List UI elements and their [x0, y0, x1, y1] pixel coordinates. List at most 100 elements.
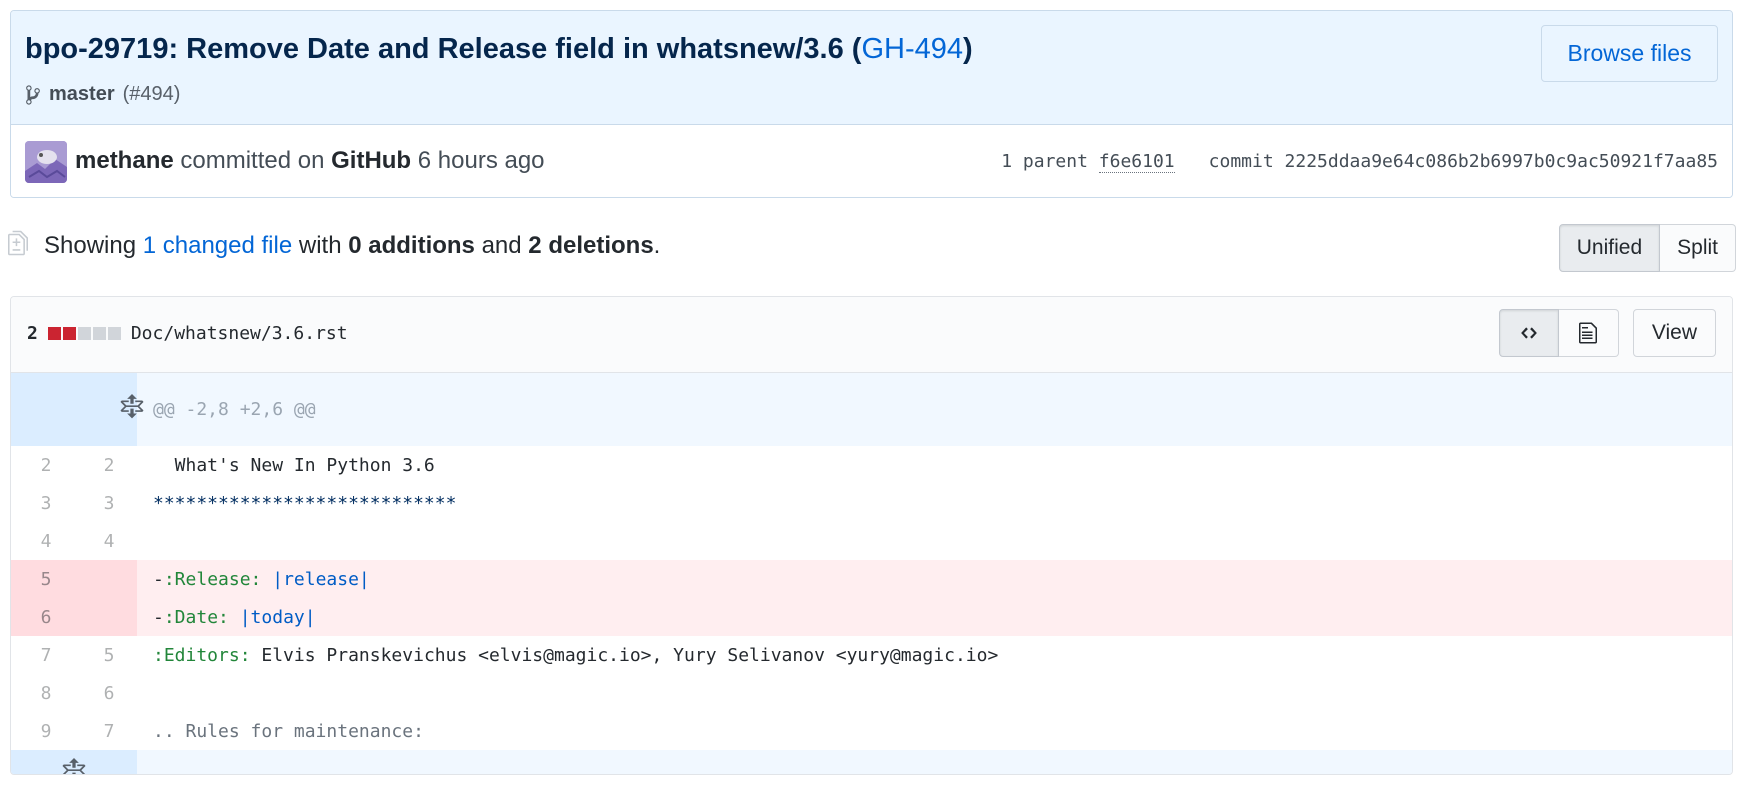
- line-code: :Editors: Elvis Pranskevichus <elvis@mag…: [137, 636, 1732, 674]
- deleted-block: [62, 327, 76, 340]
- code-token: :Release:: [163, 568, 262, 590]
- period: .: [653, 232, 661, 259]
- old-line-number[interactable]: 6: [11, 598, 81, 636]
- deleted-block: [47, 327, 61, 340]
- branch-info: master (#494): [25, 83, 180, 106]
- old-line-number[interactable]: 9: [11, 712, 81, 750]
- commit-sha: 2225ddaa9e64c086b2b6997b0c9ac50921f7aa85: [1284, 151, 1718, 172]
- new-line-number[interactable]: [81, 598, 137, 636]
- file-diff-icon: [8, 230, 28, 256]
- parent-sha-link[interactable]: f6e6101: [1098, 151, 1175, 173]
- file-actions: View: [1498, 309, 1716, 357]
- additions-count: 0 additions: [348, 232, 475, 259]
- line-code: .. Rules for maintenance:: [137, 712, 1732, 750]
- neutral-block: [77, 327, 91, 340]
- diff-line: 22 What's New In Python 3.6: [11, 446, 1732, 484]
- code-token: :Editors:: [153, 644, 251, 666]
- changed-files-link[interactable]: 1 changed file: [143, 232, 292, 259]
- code-token: |release|: [272, 568, 370, 590]
- file-view-toggle: [1498, 309, 1619, 357]
- avatar-image-icon: [25, 141, 67, 183]
- diff-line: 6 -:Date: |today|: [11, 598, 1732, 636]
- new-line-number[interactable]: 7: [81, 712, 137, 750]
- parent-info: 1 parent f6e6101: [1001, 151, 1175, 173]
- code-token: -: [153, 606, 164, 628]
- commit-box: bpo-29719: Remove Date and Release field…: [10, 10, 1733, 198]
- new-line-number[interactable]: 4: [81, 522, 137, 560]
- pull-request-ref[interactable]: (#494): [123, 83, 181, 106]
- source-view-button[interactable]: [1498, 309, 1559, 357]
- commit-title: bpo-29719: Remove Date and Release field…: [25, 33, 973, 66]
- new-line-number[interactable]: 6: [81, 674, 137, 712]
- code-token: Elvis Pranskevichus <elvis@magic.io>, Yu…: [250, 644, 999, 666]
- expand-down-button[interactable]: [11, 750, 137, 774]
- file-diff: 2 Doc/whatsnew/3.6.rst View @@ -2,8 +2,6…: [10, 296, 1733, 775]
- old-line-number[interactable]: 5: [11, 560, 81, 598]
- file-header: 2 Doc/whatsnew/3.6.rst View: [11, 297, 1732, 373]
- author-name[interactable]: methane: [75, 147, 174, 174]
- line-code: [137, 674, 1732, 712]
- git-branch-icon: [26, 84, 40, 105]
- code-token: .. Rules for maintenance:: [153, 720, 424, 742]
- and-label: and: [481, 232, 522, 259]
- neutral-block: [107, 327, 121, 340]
- line-code: -:Release: |release|: [137, 560, 1732, 598]
- platform-name: GitHub: [331, 147, 412, 174]
- diff-line: 7 5:Editors: Elvis Pranskevichus <elvis@m…: [11, 636, 1732, 674]
- new-line-number[interactable]: 2: [81, 446, 137, 484]
- diff-line: 3 3 ****************************: [11, 484, 1732, 522]
- change-count: 2: [27, 323, 38, 344]
- line-code: What's New In Python 3.6: [137, 446, 1732, 484]
- pull-request-link[interactable]: GH-494: [861, 33, 963, 65]
- old-line-number[interactable]: 3: [11, 484, 81, 522]
- browse-files-button[interactable]: Browse files: [1541, 25, 1718, 82]
- with-label: with: [298, 232, 342, 259]
- old-line-number[interactable]: 4: [11, 522, 81, 560]
- commit-header: bpo-29719: Remove Date and Release field…: [11, 11, 1732, 125]
- diff-stat-blocks: [47, 327, 121, 340]
- split-button[interactable]: Split: [1660, 224, 1736, 272]
- unfold-icon: [121, 394, 144, 419]
- commit-label: commit: [1208, 151, 1274, 172]
- code-token: |today|: [239, 606, 316, 628]
- old-line-number[interactable]: 2: [11, 446, 81, 484]
- diff-line: 86: [11, 674, 1732, 712]
- code-token: What's New In Python 3.6: [153, 454, 435, 476]
- file-path[interactable]: Doc/whatsnew/3.6.rst: [131, 323, 348, 344]
- expand-bottom-row: [11, 750, 1732, 774]
- commit-shas: 1 parent f6e6101 commit 2225ddaa9e64c086…: [1001, 151, 1718, 173]
- neutral-block: [92, 327, 106, 340]
- hunk-header-row: @@ -2,8 +2,6 @@: [11, 373, 1732, 446]
- new-line-number[interactable]: 5: [81, 636, 137, 674]
- hunk-header: @@ -2,8 +2,6 @@: [137, 373, 1732, 446]
- expand-up-button[interactable]: [11, 373, 144, 446]
- rich-view-button[interactable]: [1558, 309, 1619, 357]
- diff-line: 44: [11, 522, 1732, 560]
- commit-author-line: methane committed on GitHub 6 hours ago: [75, 147, 545, 175]
- view-file-button[interactable]: View: [1632, 309, 1716, 357]
- diff-line: 5 -:Release: |release|: [11, 560, 1732, 598]
- unified-button[interactable]: Unified: [1558, 224, 1661, 272]
- unfold-icon: [62, 757, 86, 774]
- diff-view-toggle: Unified Split: [1558, 224, 1736, 272]
- commit-title-text: bpo-29719: Remove Date and Release field…: [25, 33, 862, 65]
- expand-bottom-filler: [137, 750, 1732, 774]
- avatar[interactable]: [25, 141, 67, 183]
- commit-time: 6 hours ago: [417, 147, 545, 174]
- committed-text: committed on: [180, 147, 325, 174]
- new-line-number[interactable]: [81, 560, 137, 598]
- commit-title-suffix: ): [963, 33, 973, 65]
- branch-name[interactable]: master: [49, 83, 115, 106]
- line-code: -:Date: |today|: [137, 598, 1732, 636]
- code-token: ****************************: [153, 492, 457, 514]
- old-line-number[interactable]: 8: [11, 674, 81, 712]
- code-icon: [1520, 327, 1537, 339]
- old-line-number[interactable]: 7: [11, 636, 81, 674]
- new-line-number[interactable]: 3: [81, 484, 137, 522]
- line-code: ****************************: [137, 484, 1732, 522]
- diff-table: @@ -2,8 +2,6 @@ 22 What's New In Python …: [11, 373, 1732, 774]
- diff-line: 9 7 .. Rules for maintenance:: [11, 712, 1732, 750]
- diff-summary-bar: Showing 1 changed file with 0 additions …: [8, 220, 1736, 272]
